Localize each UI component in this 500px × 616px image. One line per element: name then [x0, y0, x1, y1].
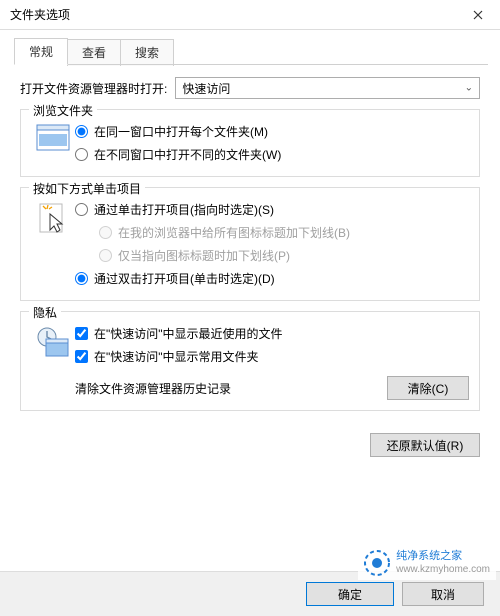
checkbox-frequent-folders[interactable]: 在"快速访问"中显示常用文件夹	[75, 345, 469, 368]
checkbox-recent-files[interactable]: 在"快速访问"中显示最近使用的文件	[75, 322, 469, 345]
tab-label: 查看	[82, 46, 106, 60]
radio-single-click[interactable]: 通过单击打开项目(指向时选定)(S)	[75, 198, 469, 221]
radio-input[interactable]	[75, 125, 88, 138]
button-label: 还原默认值(R)	[387, 437, 464, 454]
clear-history-label: 清除文件资源管理器历史记录	[75, 380, 387, 397]
radio-same-window[interactable]: 在同一窗口中打开每个文件夹(M)	[75, 120, 469, 143]
checkbox-label: 在"快速访问"中显示最近使用的文件	[94, 325, 283, 342]
cancel-button[interactable]: 取消	[402, 582, 484, 606]
close-icon	[473, 10, 483, 20]
panel-general: 打开文件资源管理器时打开: 快速访问 ⌄ 浏览文件夹 在同一窗口中打开每个文件夹…	[0, 65, 500, 429]
restore-defaults-button[interactable]: 还原默认值(R)	[370, 433, 480, 457]
group-title: 隐私	[29, 304, 61, 321]
window-title: 文件夹选项	[10, 6, 455, 23]
checkbox-input[interactable]	[75, 327, 88, 340]
tab-label: 常规	[29, 45, 53, 59]
tab-view[interactable]: 查看	[67, 39, 121, 66]
watermark: 纯净系统之家 www.kzmyhome.com	[358, 546, 496, 580]
chevron-down-icon: ⌄	[465, 83, 473, 94]
button-label: 取消	[431, 586, 455, 603]
radio-label: 通过双击打开项目(单击时选定)(D)	[94, 270, 275, 287]
radio-input	[99, 226, 112, 239]
radio-input[interactable]	[75, 203, 88, 216]
restore-row: 还原默认值(R)	[0, 429, 500, 465]
group-title: 按如下方式单击项目	[29, 180, 145, 197]
folder-icon	[31, 120, 75, 166]
open-in-label: 打开文件资源管理器时打开:	[20, 80, 167, 97]
cursor-icon	[31, 198, 75, 290]
tab-label: 搜索	[135, 46, 159, 60]
radio-input	[99, 249, 112, 262]
open-in-select[interactable]: 快速访问 ⌄	[175, 77, 480, 99]
titlebar: 文件夹选项	[0, 0, 500, 30]
radio-label: 通过单击打开项目(指向时选定)(S)	[94, 201, 274, 218]
checkbox-label: 在"快速访问"中显示常用文件夹	[94, 348, 259, 365]
select-value: 快速访问	[182, 80, 230, 97]
ok-button[interactable]: 确定	[306, 582, 394, 606]
radio-double-click[interactable]: 通过双击打开项目(单击时选定)(D)	[75, 267, 469, 290]
open-in-row: 打开文件资源管理器时打开: 快速访问 ⌄	[20, 77, 480, 99]
radio-underline-hover: 仅当指向图标标题时加下划线(P)	[75, 244, 469, 267]
clock-folder-icon	[31, 322, 75, 400]
radio-underline-all: 在我的浏览器中给所有图标标题加下划线(B)	[75, 221, 469, 244]
radio-diff-window[interactable]: 在不同窗口中打开不同的文件夹(W)	[75, 143, 469, 166]
radio-input[interactable]	[75, 272, 88, 285]
radio-label: 在不同窗口中打开不同的文件夹(W)	[94, 146, 281, 163]
group-privacy: 隐私 在"快速访问"中显示最近使用的文件 在"快速访问"中显示常用文件夹	[20, 311, 480, 411]
checkbox-input[interactable]	[75, 350, 88, 363]
button-label: 清除(C)	[408, 380, 449, 397]
clear-history-row: 清除文件资源管理器历史记录 清除(C)	[75, 376, 469, 400]
radio-label: 在我的浏览器中给所有图标标题加下划线(B)	[118, 224, 350, 241]
logo-icon	[364, 550, 390, 576]
group-browse: 浏览文件夹 在同一窗口中打开每个文件夹(M) 在不同窗口中打开不同的文件夹(W)	[20, 109, 480, 177]
button-label: 确定	[338, 586, 362, 603]
radio-label: 在同一窗口中打开每个文件夹(M)	[94, 123, 268, 140]
radio-input[interactable]	[75, 148, 88, 161]
group-title: 浏览文件夹	[29, 102, 97, 119]
clear-button[interactable]: 清除(C)	[387, 376, 469, 400]
watermark-url: www.kzmyhome.com	[396, 564, 490, 576]
radio-label: 仅当指向图标标题时加下划线(P)	[118, 247, 290, 264]
close-button[interactable]	[455, 0, 500, 30]
watermark-brand: 纯净系统之家	[396, 550, 490, 563]
tab-general[interactable]: 常规	[14, 38, 68, 65]
tabs: 常规 查看 搜索	[0, 30, 500, 65]
tab-search[interactable]: 搜索	[120, 39, 174, 66]
group-click: 按如下方式单击项目 通过单击打开项目(指向时选定)(S) 在我的浏览器中给所有图…	[20, 187, 480, 301]
